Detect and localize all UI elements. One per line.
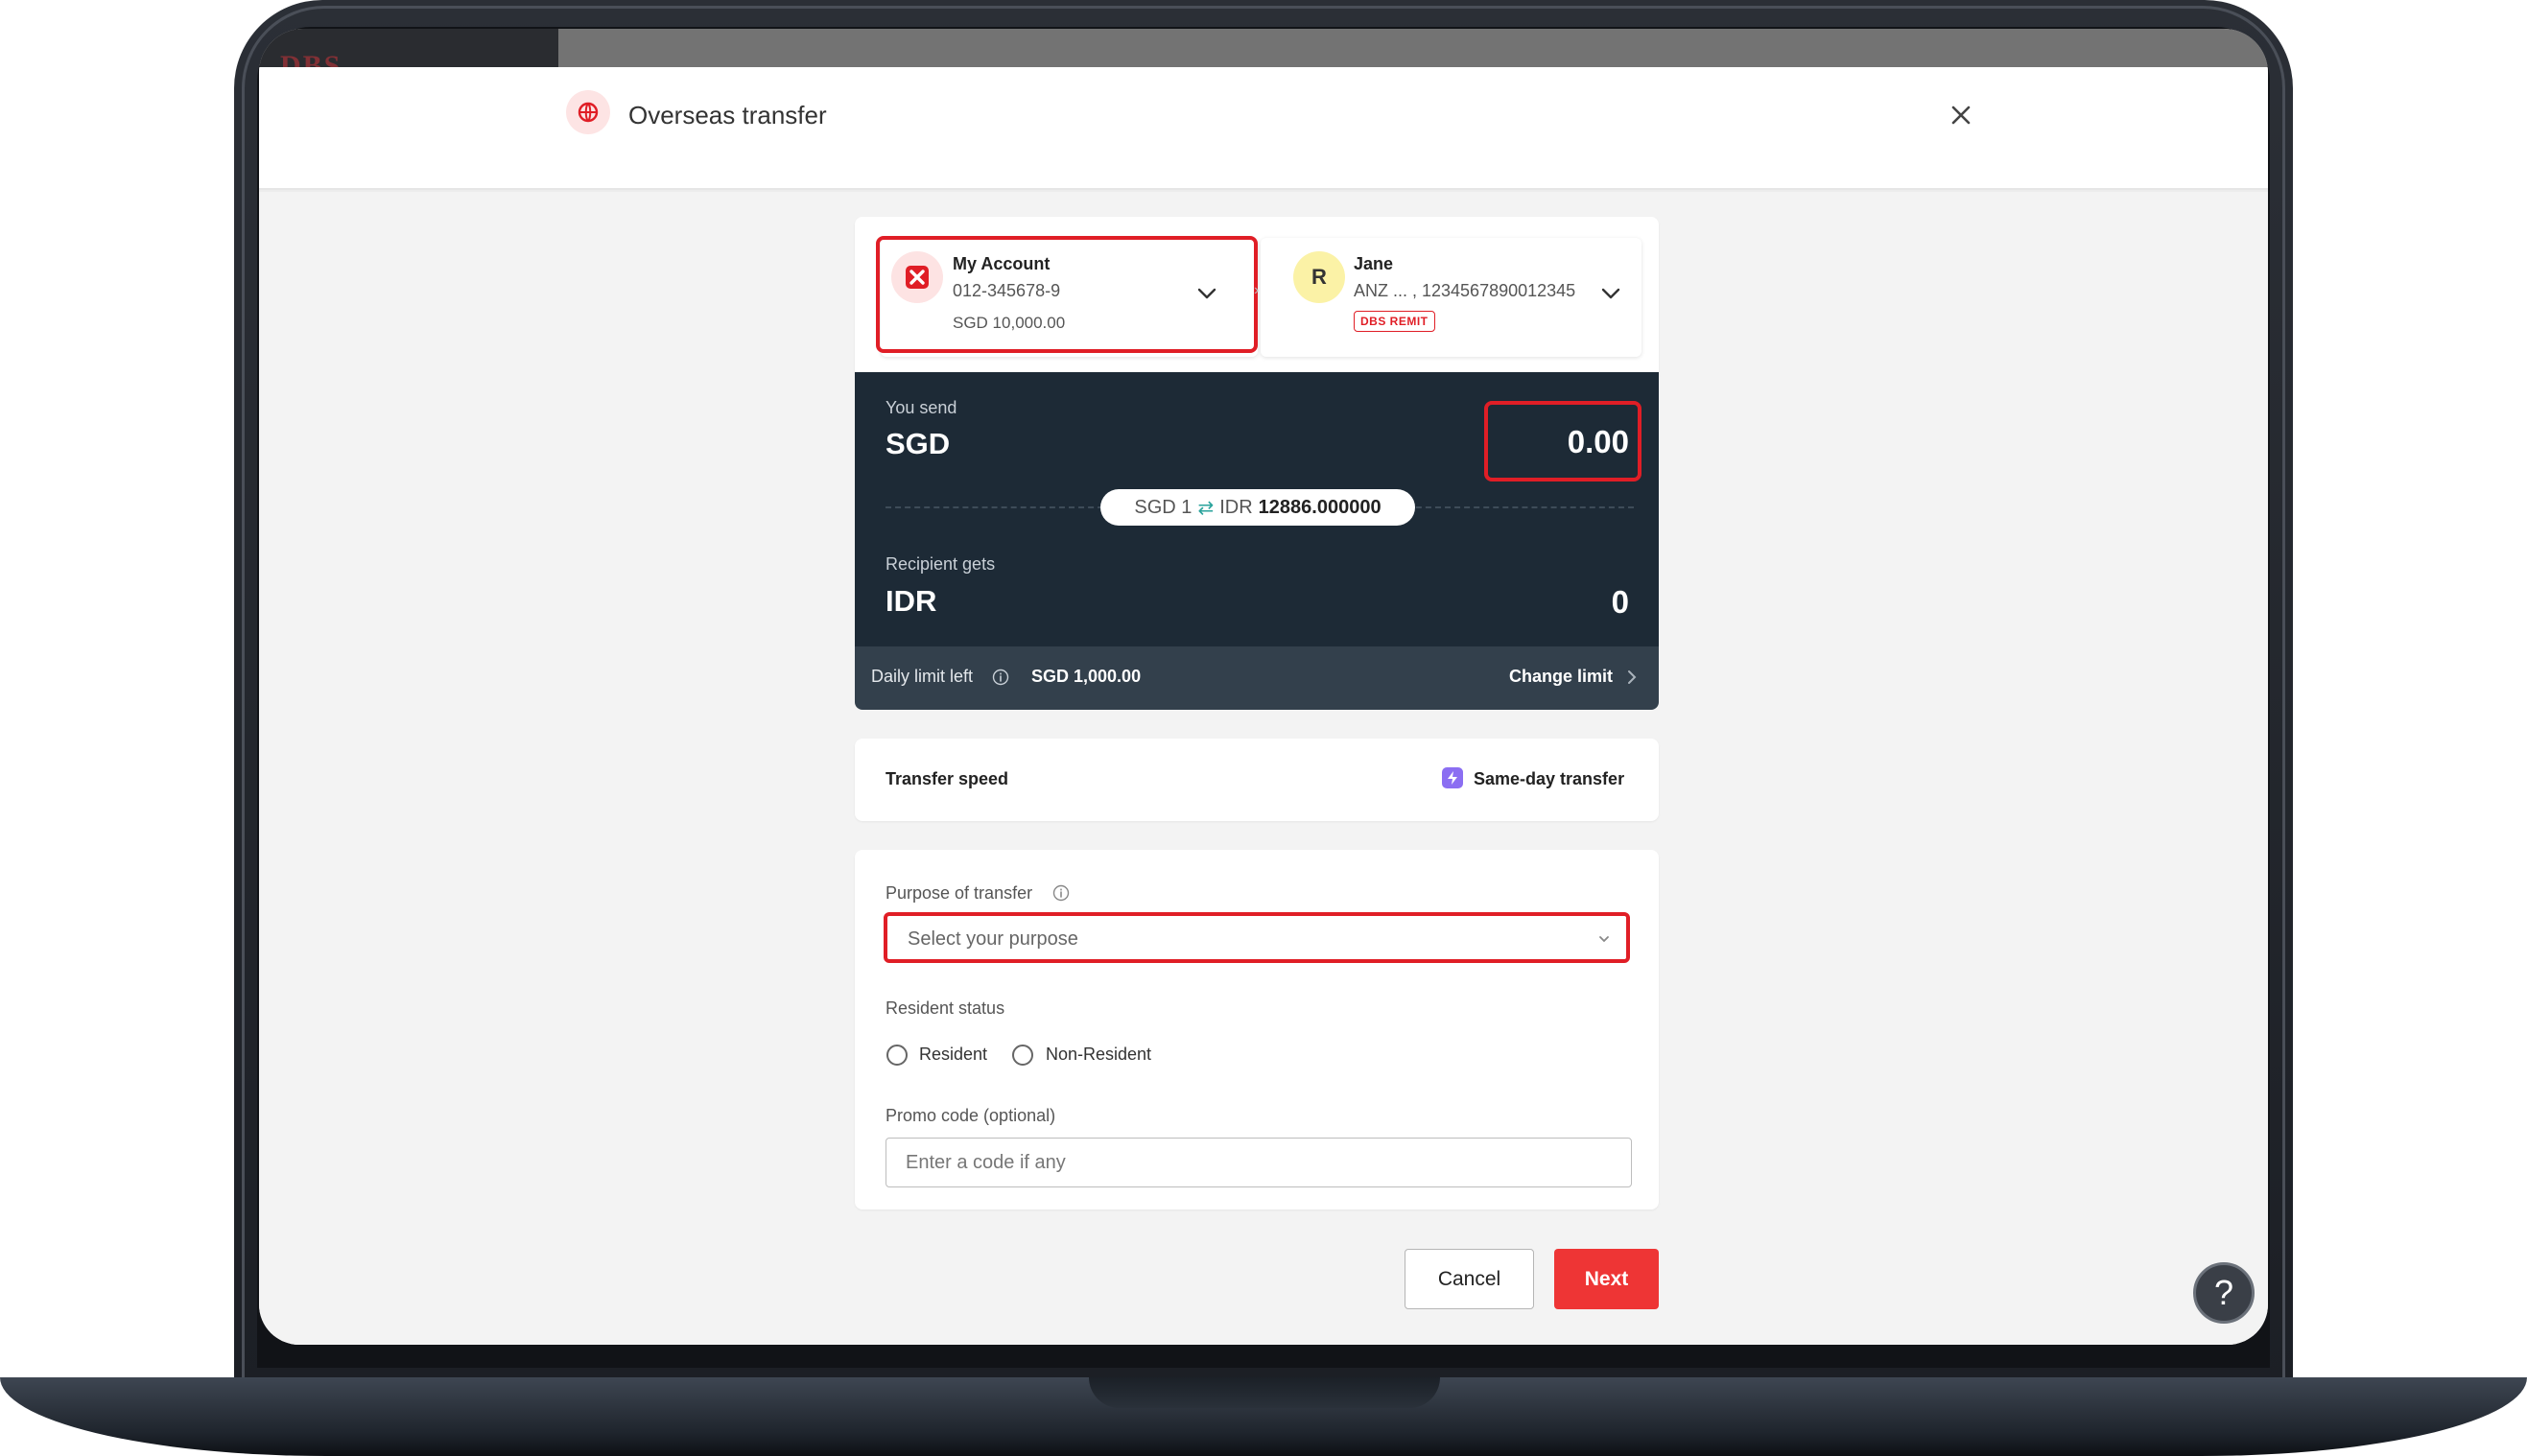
receive-amount[interactable]: 0 xyxy=(1497,584,1629,621)
promo-code-label: Promo code (optional) xyxy=(886,1106,1056,1125)
chevron-right-icon xyxy=(1628,670,1637,684)
from-account-balance: SGD 10,000.00 xyxy=(953,314,1066,332)
info-icon[interactable] xyxy=(992,669,1009,686)
swap-icon: ⇄ xyxy=(1197,497,1215,519)
daily-limit-value: SGD 1,000.00 xyxy=(1031,667,1142,686)
close-button[interactable] xyxy=(1944,98,1978,132)
receive-currency[interactable]: IDR xyxy=(886,584,936,619)
receive-label: Recipient gets xyxy=(886,554,996,574)
chevron-down-icon[interactable] xyxy=(1598,285,1623,302)
promo-code-input[interactable] xyxy=(886,1138,1632,1187)
arrow-right-icon: › xyxy=(1254,282,1260,298)
from-account-number: 012-345678-9 xyxy=(953,281,1061,300)
rate-value: 12886.000000 xyxy=(1258,496,1382,518)
background-app-sidebar: DBS xyxy=(259,29,558,82)
recipient-avatar: R xyxy=(1293,251,1345,303)
dbs-logo-icon xyxy=(891,251,943,303)
recipient-name: Jane xyxy=(1354,254,1394,273)
chevron-down-icon xyxy=(1599,936,1609,943)
change-limit-link[interactable]: Change limit xyxy=(1509,667,1613,687)
cancel-button[interactable]: Cancel xyxy=(1405,1249,1534,1309)
exchange-rate-pill: SGD 1 ⇄ IDR 12886.000000 xyxy=(1100,489,1415,526)
from-account-name: My Account xyxy=(953,254,1051,273)
next-button[interactable]: Next xyxy=(1554,1249,1659,1309)
rate-to-currency: IDR xyxy=(1219,496,1253,518)
send-currency[interactable]: SGD xyxy=(886,427,950,461)
background-app-strip xyxy=(259,29,2268,67)
recipient-details: ANZ ... , 1234567890012345 xyxy=(1354,281,1576,300)
page-title: Overseas transfer xyxy=(628,101,827,129)
resident-radio[interactable] xyxy=(886,1045,908,1066)
daily-limit-label: Daily limit left xyxy=(871,667,974,686)
dbs-remit-badge: DBS REMIT xyxy=(1354,311,1435,332)
chevron-down-icon[interactable] xyxy=(1194,285,1219,302)
transfer-speed-value: Same-day transfer xyxy=(1474,769,1625,788)
purpose-label: Purpose of transfer xyxy=(886,883,1033,903)
resident-status-label: Resident status xyxy=(886,998,1005,1018)
transfer-speed-label: Transfer speed xyxy=(886,769,1009,788)
send-amount[interactable]: 0.00 xyxy=(1497,424,1629,460)
lightning-icon xyxy=(1442,767,1463,788)
rate-from: SGD 1 xyxy=(1134,496,1193,518)
non-resident-option-label[interactable]: Non-Resident xyxy=(1046,1045,1151,1065)
purpose-placeholder: Select your purpose xyxy=(908,928,1078,950)
resident-option-label[interactable]: Resident xyxy=(919,1045,987,1065)
non-resident-radio[interactable] xyxy=(1012,1045,1033,1066)
laptop-notch xyxy=(1089,1377,1440,1408)
send-label: You send xyxy=(886,398,957,417)
close-icon xyxy=(1951,106,1971,125)
info-icon[interactable] xyxy=(1052,884,1070,902)
help-button[interactable]: ? xyxy=(2193,1262,2255,1324)
globe-icon xyxy=(566,90,610,134)
